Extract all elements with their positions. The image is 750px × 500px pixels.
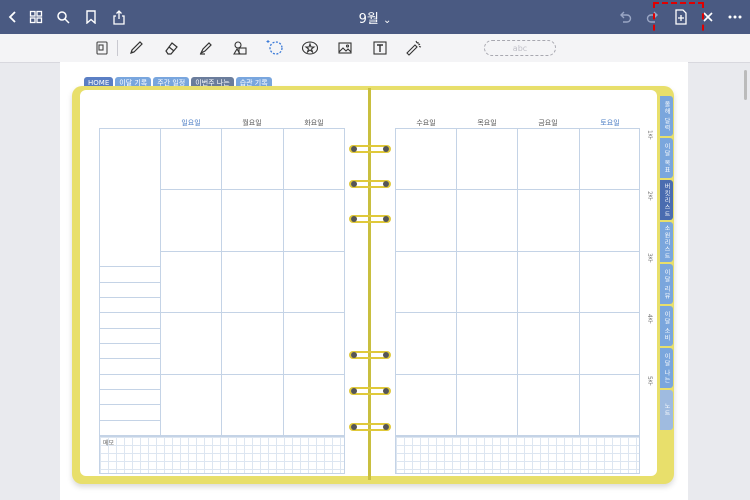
week-label-3: 3주 — [646, 253, 653, 263]
binder-ring — [349, 422, 391, 432]
binder-ring — [349, 350, 391, 360]
side-tab-year-calendar[interactable]: 올해 달력 — [660, 96, 673, 136]
week-label-1: 1주 — [646, 130, 653, 140]
shapes-icon[interactable] — [229, 38, 251, 58]
side-tab-wish-list[interactable]: 소원리스트 — [660, 222, 673, 262]
sticker-icon[interactable] — [299, 38, 321, 58]
grid-line — [395, 312, 640, 313]
back-icon[interactable] — [2, 6, 24, 28]
text-tool-icon[interactable] — [369, 38, 391, 58]
grid-line — [283, 128, 284, 436]
side-tab-label: 버킷리스트 — [663, 182, 670, 218]
grid-line — [99, 328, 160, 329]
side-tab-bucket-list[interactable]: 버킷리스트 — [660, 180, 673, 220]
laser-pointer-icon[interactable] — [403, 38, 425, 58]
binder-ring — [349, 214, 391, 224]
chevron-down-icon: ⌄ — [382, 15, 392, 26]
grid-line — [99, 358, 160, 359]
side-tab-monthly-review[interactable]: 이달 리뷰 — [660, 264, 673, 304]
grid-line — [99, 312, 160, 313]
grid-line — [99, 420, 160, 421]
grid-line — [99, 374, 160, 375]
grid-line — [517, 128, 518, 436]
grid-line — [579, 128, 580, 436]
day-header-monday: 월요일 — [242, 119, 262, 127]
day-header-saturday: 토요일 — [600, 119, 620, 127]
toolbar-divider — [117, 40, 118, 56]
more-options-icon[interactable] — [724, 6, 746, 28]
quick-text-label: abc — [512, 43, 528, 53]
grid-line — [160, 374, 345, 375]
binder-ring — [349, 179, 391, 189]
binder-ring — [349, 386, 391, 396]
grid-line — [160, 128, 161, 436]
memo-grid[interactable] — [99, 436, 345, 474]
side-tab-label: 노트 — [663, 403, 670, 417]
page-thumbnail-icon[interactable] — [91, 38, 113, 58]
quick-text-pill[interactable]: abc — [484, 40, 556, 56]
eraser-icon[interactable] — [160, 38, 182, 58]
grid-line — [99, 282, 160, 283]
page-title: 9월 — [358, 12, 379, 27]
side-tab-label: 이달 목표 — [663, 142, 670, 174]
grid-line — [99, 389, 160, 390]
top-bar: 9월 ⌄ — [0, 0, 750, 34]
day-header-wednesday: 수요일 — [416, 119, 436, 127]
lasso-icon[interactable] — [264, 38, 286, 58]
day-header-sunday: 일요일 — [181, 119, 201, 127]
memo-label: 메모 — [103, 440, 115, 447]
grid-line — [395, 374, 640, 375]
side-tab-monthly-me[interactable]: 이달 나는 — [660, 348, 673, 388]
grid-line — [160, 312, 345, 313]
side-tab-monthly-spending[interactable]: 이달 소비 — [660, 306, 673, 346]
side-tab-label: 이달 소비 — [663, 310, 670, 342]
day-header-tuesday: 화요일 — [304, 119, 324, 127]
week-label-5: 5주 — [646, 376, 653, 386]
week-label-2: 2주 — [646, 191, 653, 201]
week-label-4: 4주 — [646, 314, 653, 324]
side-tab-monthly-goal[interactable]: 이달 목표 — [660, 138, 673, 178]
drawing-toolbar: abc — [0, 34, 750, 63]
side-tabs: 올해 달력 이달 목표 버킷리스트 소원리스트 이달 리뷰 이달 소비 이달 나… — [660, 96, 673, 432]
grid-view-icon[interactable] — [25, 6, 47, 28]
grid-line — [160, 251, 345, 252]
day-header-friday: 금요일 — [538, 119, 558, 127]
scrollbar[interactable] — [744, 70, 747, 100]
grid-line — [99, 343, 160, 344]
side-tab-label: 이달 나는 — [663, 352, 670, 384]
binder-ring — [349, 144, 391, 154]
highlighter-icon[interactable] — [195, 38, 217, 58]
image-icon[interactable] — [334, 38, 356, 58]
side-tab-label: 이달 리뷰 — [663, 268, 670, 300]
share-icon[interactable] — [108, 6, 130, 28]
grid-line — [395, 189, 640, 190]
grid-line — [99, 297, 160, 298]
side-tab-notes[interactable]: 노트 — [660, 390, 673, 430]
right-memo-grid[interactable] — [395, 436, 640, 474]
grid-line — [99, 266, 160, 267]
search-icon[interactable] — [52, 6, 74, 28]
grid-line — [456, 128, 457, 436]
grid-line — [99, 404, 160, 405]
grid-line — [160, 189, 345, 190]
grid-line — [221, 128, 222, 436]
side-tab-label: 소원리스트 — [663, 224, 670, 260]
side-tab-label: 올해 달력 — [663, 100, 670, 132]
pen-icon[interactable] — [125, 38, 147, 58]
undo-icon[interactable] — [614, 6, 636, 28]
page-title-dropdown[interactable]: 9월 ⌄ — [359, 12, 392, 27]
day-header-thursday: 목요일 — [477, 119, 497, 127]
grid-line — [395, 251, 640, 252]
bookmark-icon[interactable] — [80, 6, 102, 28]
